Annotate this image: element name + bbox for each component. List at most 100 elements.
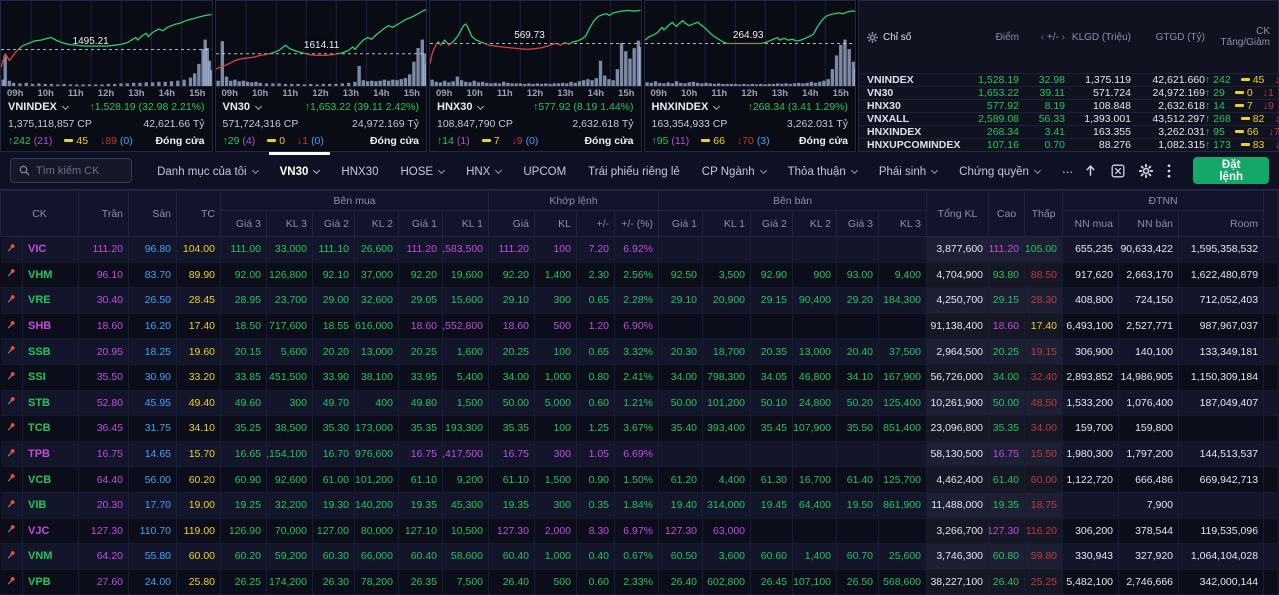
k3-VNM[interactable]: 59,200 xyxy=(266,543,313,570)
chg-SHB[interactable]: 1.20 xyxy=(576,313,615,340)
sk2-VPB[interactable]: 107,100 xyxy=(792,569,838,595)
kl-SHB[interactable]: 500 xyxy=(534,313,577,340)
k1-VHM[interactable]: 19,600 xyxy=(442,262,489,289)
sk3-VRE[interactable]: 184,300 xyxy=(878,287,928,314)
g1-TCB[interactable]: 35.35 xyxy=(398,415,443,442)
stock-row-VIC[interactable]: VIC 111.20 96.80 104.00 111.00 33,000 111.10 26… xyxy=(0,236,1279,263)
tc-VIB[interactable]: 19.00 xyxy=(176,492,221,519)
tab-hnx30[interactable]: HNX30 xyxy=(330,152,389,189)
k2-VPB[interactable]: 78,200 xyxy=(354,569,399,595)
k1-VPB[interactable]: 7,500 xyxy=(442,569,489,595)
index-name-VNINDEX[interactable]: VNINDEX xyxy=(8,101,69,114)
tran-VHM[interactable]: 96.10 xyxy=(78,262,129,289)
g3-VJC[interactable]: 126.90 xyxy=(220,518,267,545)
tc-STB[interactable]: 49.40 xyxy=(176,390,221,417)
sk1-SSB[interactable]: 18,700 xyxy=(702,338,752,365)
symbol-VHM[interactable]: VHM xyxy=(22,262,79,289)
san-SSI[interactable]: 30.90 xyxy=(128,364,177,391)
gia-SSB[interactable]: 20.25 xyxy=(488,338,535,365)
san-STB[interactable]: 45.95 xyxy=(128,390,177,417)
symbol-SHB[interactable]: SHB xyxy=(22,313,79,340)
settings-gear-icon[interactable] xyxy=(867,31,878,43)
g3-SSI[interactable]: 33.85 xyxy=(220,364,267,391)
tc-TCB[interactable]: 34.10 xyxy=(176,415,221,442)
stock-row-TCB[interactable]: TCB 36.45 31.75 34.10 35.25 38,500 35.30 173,00… xyxy=(0,415,1279,442)
sg3-VIB[interactable]: 19.50 xyxy=(836,492,880,519)
stock-row-VIB[interactable]: VIB 20.30 17.70 19.00 19.25 32,200 19.30 140,20… xyxy=(0,492,1279,519)
k2-SHB[interactable]: 616,000 xyxy=(354,313,399,340)
stock-row-VJC[interactable]: VJC 127.30 110.70 119.00 126.90 70,000 127.00 8… xyxy=(0,518,1279,545)
upload-icon[interactable] xyxy=(1084,164,1097,177)
tran-VNM[interactable]: 64.20 xyxy=(78,543,129,570)
sg3-TPB[interactable] xyxy=(836,441,880,468)
tc-VIC[interactable]: 104.00 xyxy=(176,236,221,263)
sk1-VIC[interactable] xyxy=(702,236,752,263)
excel-export-icon[interactable] xyxy=(1111,164,1125,178)
g3-VPB[interactable]: 26.25 xyxy=(220,569,267,595)
tran-SSB[interactable]: 20.95 xyxy=(78,338,129,365)
sk3-VJC[interactable] xyxy=(878,518,928,545)
k3-SHB[interactable]: 717,600 xyxy=(266,313,313,340)
g2-VNM[interactable]: 60.30 xyxy=(312,543,355,570)
k1-SHB[interactable]: 1,552,800 xyxy=(442,313,489,340)
sk1-VPB[interactable]: 602,800 xyxy=(702,569,752,595)
sg2-TCB[interactable]: 35.45 xyxy=(750,415,794,442)
kl-VPB[interactable]: 500 xyxy=(534,569,577,595)
pin-VNM[interactable] xyxy=(0,543,23,570)
g3-VIB[interactable]: 19.25 xyxy=(220,492,267,519)
chg-VIC[interactable]: 7.20 xyxy=(576,236,615,263)
search-input[interactable] xyxy=(35,164,124,177)
k3-SSI[interactable]: 451,500 xyxy=(266,364,313,391)
san-VHM[interactable]: 83.70 xyxy=(128,262,177,289)
index-row-VNXALL[interactable]: VNXALL 2,589.08 56.33 1,393.001 43,512.297 ↑ … xyxy=(859,113,1279,126)
symbol-SSI[interactable]: SSI xyxy=(22,364,79,391)
sg2-VRE[interactable]: 29.15 xyxy=(750,287,794,314)
sg3-SHB[interactable] xyxy=(836,313,880,340)
tran-TPB[interactable]: 16.75 xyxy=(78,441,129,468)
g1-SHB[interactable]: 18.60 xyxy=(398,313,443,340)
sk3-VIC[interactable] xyxy=(878,236,928,263)
stock-row-TPB[interactable]: TPB16.7514.6515.7016.652,154,10016.701,9… xyxy=(0,441,1279,468)
tc-SSB[interactable]: 19.60 xyxy=(176,338,221,365)
gia-TPB[interactable]: 16.75 xyxy=(488,441,535,468)
symbol-VCB[interactable]: VCB xyxy=(22,466,79,493)
san-VIC[interactable]: 96.80 xyxy=(128,236,177,263)
sg2-VIB[interactable]: 19.45 xyxy=(750,492,794,519)
k2-VJC[interactable]: 80,000 xyxy=(354,518,399,545)
g1-VHM[interactable]: 92.20 xyxy=(398,262,443,289)
pin-VPB[interactable] xyxy=(0,569,23,595)
sg1-VNM[interactable]: 60.50 xyxy=(658,543,704,570)
gia-STB[interactable]: 50.00 xyxy=(488,390,535,417)
kebab-menu-icon[interactable] xyxy=(1167,163,1171,178)
stock-row-SHB[interactable]: SHB 18.60 16.20 17.40 18.50 717,600 18.55 616,0… xyxy=(0,313,1279,340)
chg-VIB[interactable]: 0.35 xyxy=(576,492,615,519)
sg1-STB[interactable]: 50.00 xyxy=(658,390,704,417)
stock-row-STB[interactable]: STB 52.80 45.95 49.40 49.60 300 49.70 400 49.80 1… xyxy=(0,390,1279,417)
chg-TPB[interactable]: 1.05 xyxy=(576,441,615,468)
k3-SSB[interactable]: 5,600 xyxy=(266,338,313,365)
sk3-SHB[interactable] xyxy=(878,313,928,340)
chg-VRE[interactable]: 0.65 xyxy=(576,287,615,314)
san-VPB[interactable]: 24.00 xyxy=(128,569,177,595)
g2-VJC[interactable]: 127.00 xyxy=(312,518,355,545)
symbol-STB[interactable]: STB xyxy=(22,390,79,417)
index-name-HNXINDEX[interactable]: HNXINDEX xyxy=(652,101,721,114)
chg-VCB[interactable]: 0.90 xyxy=(576,466,615,493)
g1-VRE[interactable]: 29.05 xyxy=(398,287,443,314)
sk3-VIB[interactable]: 861,900 xyxy=(878,492,928,519)
k1-VJC[interactable]: 10,500 xyxy=(442,518,489,545)
g3-SHB[interactable]: 18.50 xyxy=(220,313,267,340)
g2-VIB[interactable]: 19.30 xyxy=(312,492,355,519)
pct-VIB[interactable]: 1.84% xyxy=(614,492,660,519)
tab-chứng-quyền[interactable]: Chứng quyền xyxy=(948,152,1051,189)
index-row-HNX30[interactable]: HNX30 577.92 8.19 108.848 2,632.618 ↑ 14 7 ↓9 xyxy=(859,100,1278,113)
chg-TCB[interactable]: 1.25 xyxy=(576,415,615,442)
sg1-VRE[interactable]: 29.10 xyxy=(658,287,704,314)
k2-VRE[interactable]: 32,600 xyxy=(354,287,399,314)
gia-VCB[interactable]: 61.10 xyxy=(488,466,535,493)
g3-VNM[interactable]: 60.20 xyxy=(220,543,267,570)
kl-VIC[interactable]: 100 xyxy=(534,236,577,263)
gia-VNM[interactable]: 60.40 xyxy=(488,543,535,570)
pct-SSI[interactable]: 2.41% xyxy=(614,364,660,391)
pct-VIC[interactable]: 6.92% xyxy=(614,236,660,263)
